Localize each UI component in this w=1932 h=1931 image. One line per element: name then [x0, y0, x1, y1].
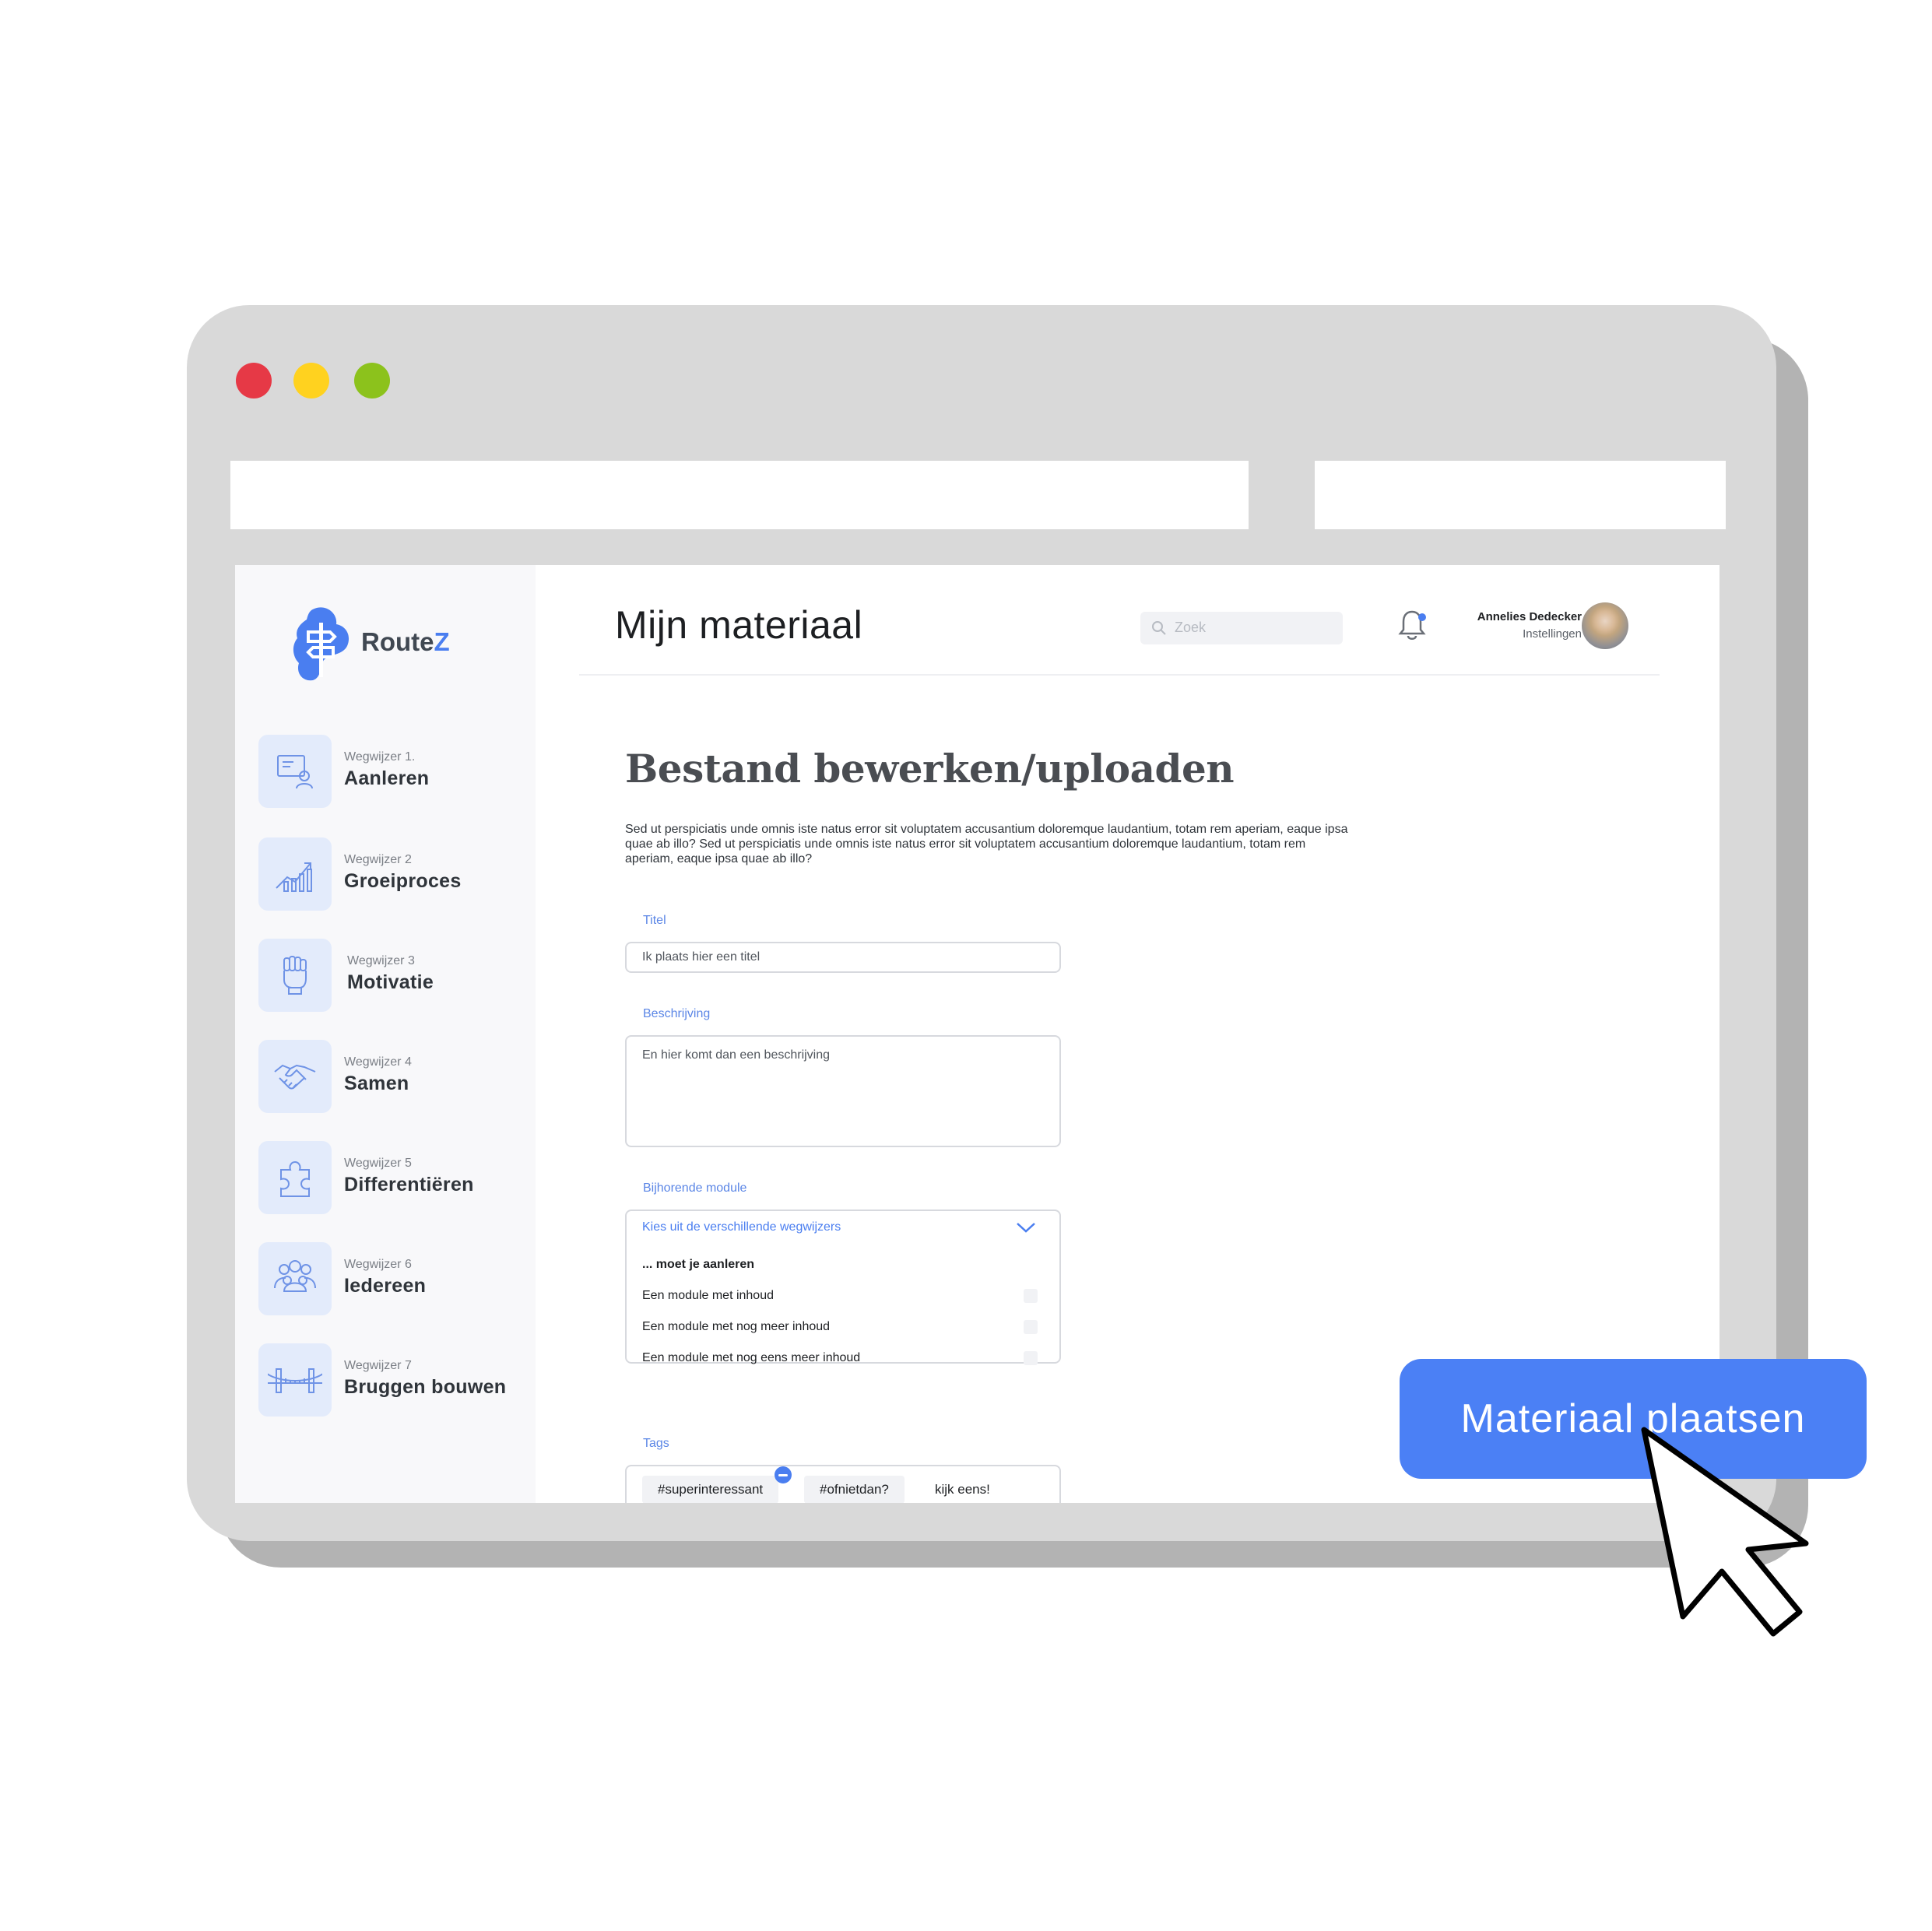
- form-intro: Sed ut perspiciatis unde omnis iste natu…: [625, 823, 1348, 865]
- sidebar-item-sub: Wegwijzer 3: [347, 954, 415, 967]
- bridge-icon: [258, 1343, 332, 1417]
- header-divider: [579, 674, 1660, 676]
- title-field[interactable]: Ik plaats hier een titel: [625, 942, 1061, 973]
- sidebar-item-sub: Wegwijzer 5: [344, 1157, 412, 1170]
- title-placeholder: Ik plaats hier een titel: [642, 950, 761, 964]
- module-placeholder: Kies uit de verschillende wegwijzers: [642, 1220, 841, 1234]
- sidebar-item-label: Bruggen bouwen: [344, 1376, 507, 1398]
- growth-chart-icon: [258, 837, 332, 911]
- address-bar[interactable]: [230, 461, 1249, 529]
- sidebar-item-sub: Wegwijzer 4: [344, 1055, 412, 1069]
- tag-chip[interactable]: #superinteressant: [642, 1476, 779, 1503]
- module-label: Bijhorende module: [643, 1181, 747, 1195]
- sidebar-item-label: Differentiëren: [344, 1174, 474, 1195]
- form-title: Bestand bewerken/uploaden: [625, 746, 1235, 792]
- sidebar-item-label: Aanleren: [344, 767, 430, 789]
- title-label: Titel: [643, 914, 666, 927]
- sidebar-item-sub: Wegwijzer 7: [344, 1359, 412, 1372]
- sidebar-item-aanleren[interactable]: Wegwijzer 1. Aanleren: [258, 735, 539, 808]
- module-option[interactable]: Een module met nog meer inhoud: [642, 1320, 830, 1334]
- sidebar-item-sub: Wegwijzer 1.: [344, 750, 416, 764]
- module-group-heading: ... moet je aanleren: [642, 1258, 755, 1271]
- module-option-checkbox[interactable]: [1024, 1351, 1038, 1365]
- handshake-icon: [258, 1040, 332, 1113]
- notification-badge: [1418, 613, 1426, 621]
- group-icon: [258, 1242, 332, 1315]
- module-option[interactable]: Een module met nog eens meer inhoud: [642, 1351, 860, 1365]
- sidebar-item-samen[interactable]: Wegwijzer 4 Samen: [258, 1040, 539, 1113]
- module-option-checkbox[interactable]: [1024, 1289, 1038, 1303]
- brand-name[interactable]: RouteZ: [361, 627, 450, 657]
- description-label: Beschrijving: [643, 1007, 711, 1020]
- sidebar-item-bruggen-bouwen[interactable]: Wegwijzer 7 Bruggen bouwen: [258, 1343, 539, 1417]
- tags-field[interactable]: #superinteressant #ofnietdan? kijk eens!: [625, 1465, 1061, 1503]
- mouse-cursor-icon: [1641, 1427, 1809, 1637]
- puzzle-icon: [258, 1141, 332, 1214]
- sidebar-item-groeiproces[interactable]: Wegwijzer 2 Groeiproces: [258, 837, 539, 911]
- description-field[interactable]: En hier komt dan een beschrijving: [625, 1035, 1061, 1147]
- module-option[interactable]: Een module met inhoud: [642, 1289, 774, 1303]
- search-icon: [1152, 621, 1166, 635]
- routez-logo-icon: [293, 607, 350, 681]
- search-placeholder: Zoek: [1175, 620, 1207, 635]
- tag-chip[interactable]: #ofnietdan?: [804, 1476, 905, 1503]
- sidebar-item-label: Groeiproces: [344, 870, 462, 892]
- fist-icon: [258, 939, 332, 1012]
- settings-link[interactable]: Instellingen: [1457, 627, 1582, 641]
- sidebar-item-label: Motivatie: [347, 971, 434, 993]
- close-window-button[interactable]: [236, 363, 272, 398]
- presentation-icon: [258, 735, 332, 808]
- chevron-down-icon[interactable]: [1016, 1220, 1036, 1234]
- description-placeholder: En hier komt dan een beschrijving: [642, 1048, 831, 1062]
- remove-tag-icon[interactable]: [775, 1466, 792, 1483]
- minimize-window-button[interactable]: [293, 363, 329, 398]
- sidebar: RouteZ Wegwijzer 1. Aanleren Wegwijzer 2…: [235, 565, 536, 1503]
- maximize-window-button[interactable]: [354, 363, 390, 398]
- search-input[interactable]: Zoek: [1140, 612, 1343, 644]
- module-dropdown[interactable]: Kies uit de verschillende wegwijzers ...…: [625, 1210, 1061, 1365]
- sidebar-item-sub: Wegwijzer 6: [344, 1258, 412, 1271]
- sidebar-item-iedereen[interactable]: Wegwijzer 6 Iedereen: [258, 1242, 539, 1315]
- sidebar-item-motivatie[interactable]: Wegwijzer 3 Motivatie: [258, 939, 539, 1012]
- browser-search-bar[interactable]: [1315, 461, 1726, 529]
- module-option-checkbox[interactable]: [1024, 1320, 1038, 1334]
- sidebar-item-differentieren[interactable]: Wegwijzer 5 Differentiëren: [258, 1141, 539, 1214]
- sidebar-item-label: Samen: [344, 1073, 409, 1094]
- tag-input[interactable]: kijk eens!: [935, 1482, 990, 1497]
- page-title: Mijn materiaal: [615, 603, 863, 647]
- sidebar-item-label: Iedereen: [344, 1275, 427, 1297]
- tags-label: Tags: [643, 1437, 669, 1450]
- sidebar-item-sub: Wegwijzer 2: [344, 853, 412, 866]
- user-name[interactable]: Annelies Dedecker: [1457, 610, 1582, 623]
- avatar[interactable]: [1582, 602, 1628, 649]
